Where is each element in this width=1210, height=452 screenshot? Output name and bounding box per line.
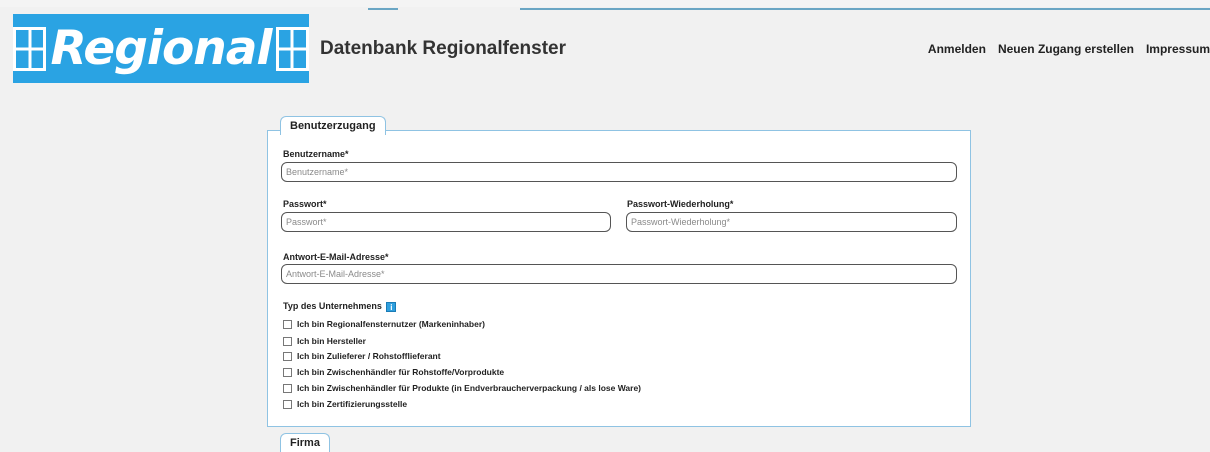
- company-type-option[interactable]: Ich bin Zertifizierungsstelle: [283, 399, 407, 409]
- company-type-option-label: Ich bin Zwischenhändler für Produkte (in…: [297, 383, 642, 393]
- username-input[interactable]: [281, 162, 957, 182]
- password-repeat-label: Passwort-Wiederholung*: [627, 199, 734, 209]
- company-section-title: Firma: [280, 433, 330, 452]
- company-type-option-label: Ich bin Regionalfensternutzer (Markeninh…: [297, 319, 485, 329]
- company-type-option[interactable]: Ich bin Hersteller: [283, 336, 366, 346]
- account-section-title: Benutzerzugang: [280, 116, 386, 135]
- checkbox[interactable]: [283, 383, 292, 393]
- nav-login-link[interactable]: Anmelden: [928, 42, 986, 56]
- checkbox[interactable]: [283, 319, 292, 329]
- top-bar: [0, 0, 1210, 10]
- info-icon[interactable]: i: [386, 302, 397, 312]
- site-title: Datenbank Regionalfenster: [320, 38, 566, 59]
- checkbox[interactable]: [283, 399, 292, 409]
- window-icon: [13, 26, 47, 71]
- checkbox[interactable]: [283, 336, 292, 346]
- top-nav: Anmelden Neuen Zugang erstellen Impressu…: [928, 42, 1210, 56]
- company-type-option-label: Ich bin Hersteller: [297, 336, 366, 346]
- company-type-option[interactable]: Ich bin Zwischenhändler für Rohstoffe/Vo…: [283, 367, 504, 377]
- company-type-option[interactable]: Ich bin Zwischenhändler für Produkte (in…: [283, 383, 641, 393]
- logo[interactable]: Regional: [13, 14, 309, 83]
- email-input[interactable]: [281, 264, 957, 284]
- company-type-option[interactable]: Ich bin Zulieferer / Rohstofflieferant: [283, 351, 441, 361]
- password-input[interactable]: [281, 212, 611, 232]
- window-icon: [275, 26, 309, 71]
- company-type-label-row: Typ des Unternehmens i: [283, 301, 397, 312]
- company-type-label: Typ des Unternehmens: [283, 301, 382, 311]
- company-type-option[interactable]: Ich bin Regionalfensternutzer (Markeninh…: [283, 319, 485, 329]
- email-label: Antwort-E-Mail-Adresse*: [283, 252, 389, 262]
- password-repeat-input[interactable]: [626, 212, 957, 232]
- checkbox[interactable]: [283, 351, 292, 361]
- username-label: Benutzername*: [283, 149, 349, 159]
- logo-text: Regional: [50, 21, 272, 76]
- password-label: Passwort*: [283, 199, 327, 209]
- nav-imprint-link[interactable]: Impressum: [1146, 42, 1210, 56]
- top-bar-segment: [520, 8, 1210, 10]
- checkbox[interactable]: [283, 367, 292, 377]
- company-type-option-label: Ich bin Zwischenhändler für Rohstoffe/Vo…: [297, 367, 505, 377]
- company-type-option-label: Ich bin Zertifizierungsstelle: [297, 399, 408, 409]
- company-type-option-label: Ich bin Zulieferer / Rohstofflieferant: [297, 351, 441, 361]
- top-bar-segment: [368, 8, 398, 10]
- nav-register-link[interactable]: Neuen Zugang erstellen: [998, 42, 1134, 56]
